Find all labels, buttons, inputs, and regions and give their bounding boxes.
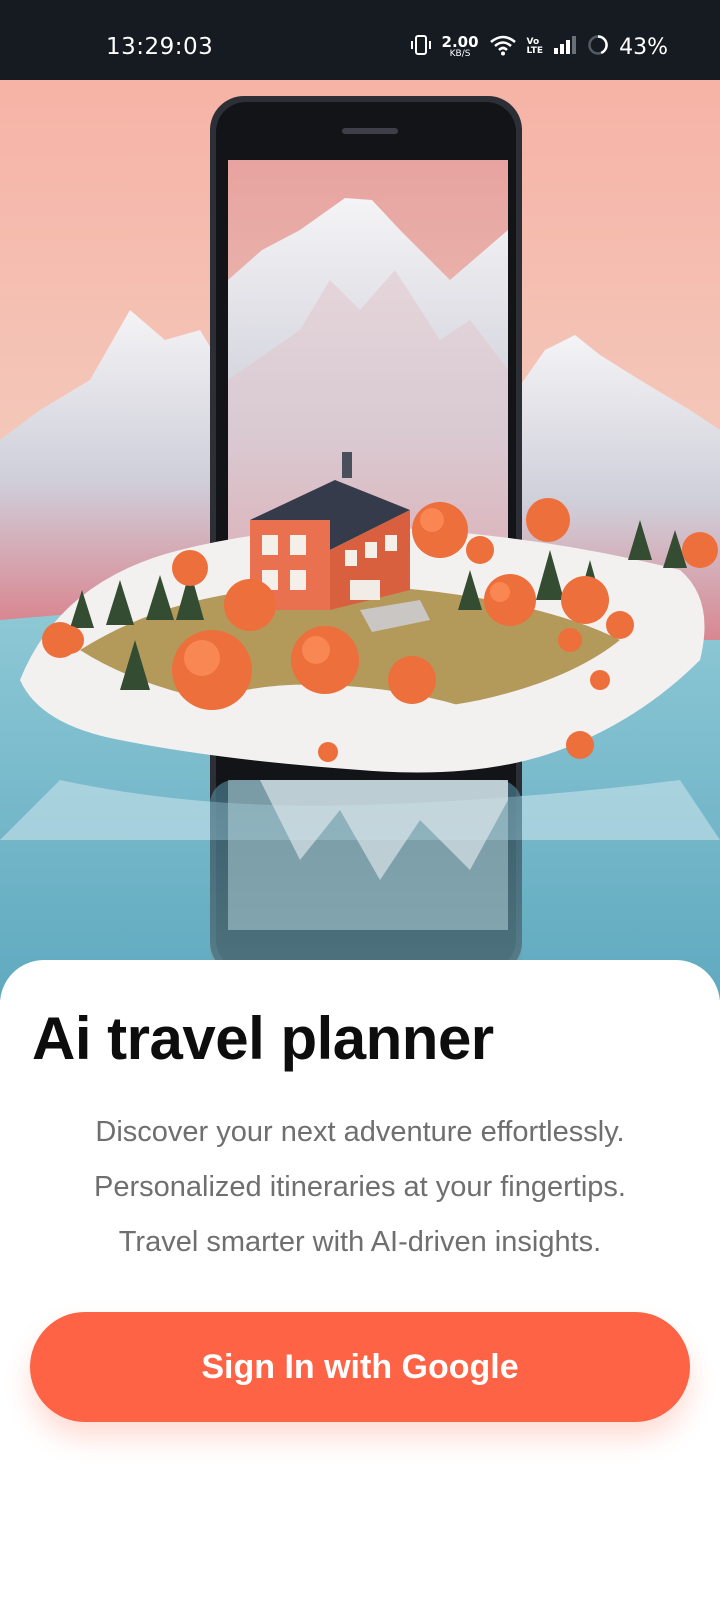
- tagline-line: Travel smarter with AI-driven insights.: [118, 1226, 602, 1258]
- welcome-card: Ai travel planner Discover your next adv…: [0, 960, 720, 1600]
- network-speed: 2.00 KB/S: [442, 35, 479, 59]
- tagline-line: Discover your next adventure effortlessl…: [95, 1116, 625, 1148]
- network-speed-unit: KB/S: [449, 49, 471, 59]
- battery-ring-icon: [587, 34, 609, 60]
- network-speed-value: 2.00: [441, 33, 479, 51]
- sign-in-google-label: Sign In with Google: [201, 1347, 519, 1386]
- sign-in-google-button[interactable]: Sign In with Google: [30, 1312, 690, 1422]
- vibrate-icon: [410, 34, 432, 60]
- battery-percent: 43%: [619, 34, 668, 60]
- status-bar: 13:29:03 2.00 KB/S Vo LTE 43%: [0, 0, 720, 80]
- page-title: Ai travel planner: [32, 1005, 494, 1072]
- status-icons: 2.00 KB/S Vo LTE 43%: [410, 30, 668, 64]
- hero-illustration: [0, 80, 720, 1000]
- volte-bottom: LTE: [526, 46, 544, 56]
- volte-indicator: Vo LTE: [526, 37, 544, 57]
- status-time: 13:29:03: [106, 34, 214, 60]
- wifi-icon: [489, 34, 517, 60]
- tagline-line: Personalized itineraries at your fingert…: [94, 1171, 626, 1203]
- signal-icon: [553, 35, 577, 59]
